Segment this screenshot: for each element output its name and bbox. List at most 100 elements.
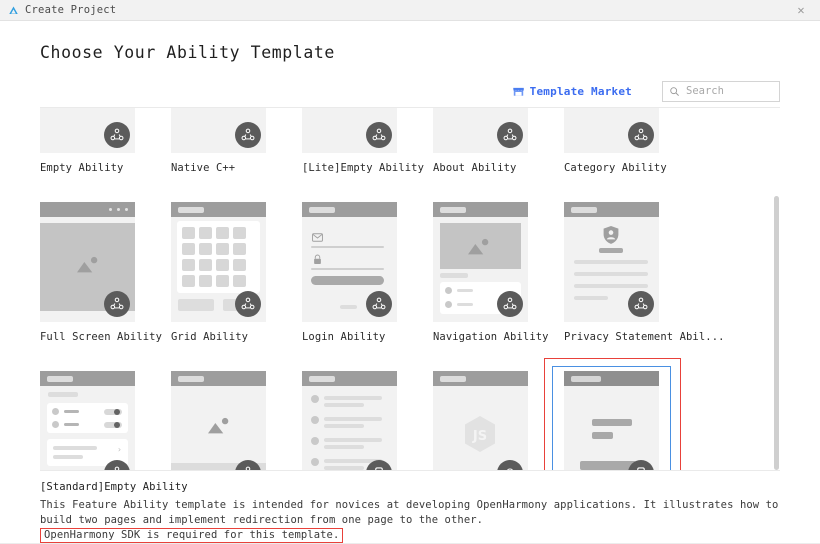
image-placeholder-icon bbox=[77, 256, 98, 273]
row-spacer bbox=[433, 343, 564, 371]
thumb-line bbox=[324, 438, 382, 442]
description-panel: [Standard]Empty Ability This Feature Abi… bbox=[0, 471, 820, 543]
template-card-label: Privacy Statement Abil... bbox=[564, 331, 725, 343]
template-cell: Splash Screen Ability bbox=[171, 371, 302, 470]
router-icon bbox=[497, 460, 523, 470]
thumb-header-pill bbox=[309, 375, 335, 382]
row-spacer bbox=[302, 343, 433, 371]
template-card-lite-empty-particle-a[interactable]: JS bbox=[433, 371, 528, 470]
thumb-line bbox=[324, 466, 364, 470]
harmony-logo-icon bbox=[9, 5, 18, 14]
multi-device-icon bbox=[235, 291, 261, 317]
multi-device-icon bbox=[628, 122, 654, 148]
template-cell: List Ability bbox=[302, 371, 433, 470]
template-card-label: Empty Ability bbox=[40, 162, 124, 174]
thumb-header-pill bbox=[571, 375, 601, 382]
template-market-label: Template Market bbox=[529, 84, 632, 98]
template-card-label: Full Screen Ability bbox=[40, 331, 163, 343]
search-box[interactable] bbox=[662, 80, 780, 102]
template-card-full-screen-ability[interactable] bbox=[40, 202, 135, 322]
thumb-line bbox=[574, 284, 648, 288]
thumb-header-pill bbox=[571, 206, 597, 213]
title-bar: Create Project ✕ bbox=[0, 0, 820, 21]
template-cell: About Ability bbox=[433, 108, 564, 202]
shield-person-icon bbox=[603, 226, 619, 244]
template-card-navigation-ability[interactable] bbox=[433, 202, 528, 322]
template-card-label: [Lite]Empty Ability bbox=[302, 162, 425, 174]
template-card-lite-empty-ability[interactable] bbox=[302, 108, 397, 153]
template-card-label: Category Ability bbox=[564, 162, 667, 174]
javascript-logo-icon: JS bbox=[465, 416, 495, 452]
template-grid: Empty Ability Native C++ [Lite]Empty Abili… bbox=[40, 108, 750, 470]
thumb-bullet bbox=[311, 416, 319, 424]
thumb-line bbox=[457, 303, 473, 306]
description-title: [Standard]Empty Ability bbox=[40, 481, 188, 493]
toolbar: Template Market bbox=[0, 62, 820, 104]
thumb-line bbox=[440, 273, 468, 278]
store-icon bbox=[512, 87, 524, 96]
close-icon[interactable]: ✕ bbox=[788, 1, 814, 20]
thumb-dot bbox=[109, 208, 112, 211]
envelope-icon bbox=[312, 233, 323, 242]
template-card-label: Login Ability bbox=[302, 331, 386, 343]
thumb-button bbox=[178, 299, 214, 311]
thumb-bullet bbox=[52, 421, 59, 428]
thumb-line bbox=[324, 445, 364, 449]
image-placeholder-icon bbox=[208, 417, 229, 434]
thumb-header-pill bbox=[178, 375, 204, 382]
row-spacer bbox=[302, 174, 433, 202]
thumb-line bbox=[324, 396, 382, 400]
thumb-header-pill bbox=[178, 206, 204, 213]
thumb-grid-cell bbox=[199, 243, 212, 255]
template-cell: JS[Lite]Empty Particle A... bbox=[433, 371, 564, 470]
template-card-label: Navigation Ability bbox=[433, 331, 549, 343]
scrollbar[interactable] bbox=[773, 108, 780, 470]
thumb-line bbox=[599, 248, 623, 253]
thumb-submit-button bbox=[311, 276, 384, 285]
thumb-line bbox=[64, 423, 79, 426]
template-card-category-ability[interactable] bbox=[564, 108, 659, 153]
template-card-splash-screen-ability[interactable] bbox=[171, 371, 266, 470]
thumb-underline bbox=[311, 268, 384, 270]
row-spacer bbox=[40, 174, 171, 202]
template-cell: Login Ability bbox=[302, 202, 433, 371]
thumb-line bbox=[53, 455, 83, 459]
template-card-login-ability[interactable] bbox=[302, 202, 397, 322]
template-card-grid-ability[interactable] bbox=[171, 202, 266, 322]
template-card-label: About Ability bbox=[433, 162, 517, 174]
template-grid-scroll-area[interactable]: Empty Ability Native C++ [Lite]Empty Abili… bbox=[40, 107, 780, 471]
thumb-underline bbox=[311, 246, 384, 248]
row-spacer bbox=[564, 343, 695, 371]
thumb-bullet bbox=[311, 458, 319, 466]
template-card-standard-empty-ability[interactable] bbox=[564, 371, 659, 470]
search-input[interactable] bbox=[686, 85, 773, 97]
scrollbar-thumb[interactable] bbox=[774, 196, 779, 470]
template-cell: Empty Ability bbox=[40, 108, 171, 202]
template-card-empty-ability[interactable] bbox=[40, 108, 135, 153]
thumb-grid-cell bbox=[216, 275, 229, 287]
template-cell: Privacy Statement Abil... bbox=[564, 202, 725, 371]
description-body: This Feature Ability template is intende… bbox=[40, 498, 780, 543]
thumb-line bbox=[324, 403, 364, 407]
thumb-link bbox=[340, 305, 357, 309]
row-spacer bbox=[40, 343, 171, 371]
template-card-label: Native C++ bbox=[171, 162, 236, 174]
thumb-grid-cell bbox=[182, 259, 195, 271]
template-market-link[interactable]: Template Market bbox=[512, 85, 632, 98]
thumb-bullet bbox=[445, 287, 452, 294]
thumb-grid-cell bbox=[216, 227, 229, 239]
thumb-panel bbox=[47, 403, 128, 433]
template-card-about-ability[interactable] bbox=[433, 108, 528, 153]
thumb-line bbox=[457, 289, 473, 292]
template-card-settings-ability[interactable]: › bbox=[40, 371, 135, 470]
thumb-bullet bbox=[311, 395, 319, 403]
thumb-grid-cell bbox=[182, 227, 195, 239]
image-placeholder-icon bbox=[468, 238, 489, 255]
thumb-header-pill bbox=[440, 375, 466, 382]
thumb-grid-cell bbox=[216, 259, 229, 271]
template-card-native-c[interactable] bbox=[171, 108, 266, 153]
template-cell: Native C++ bbox=[171, 108, 302, 202]
svg-text:JS: JS bbox=[472, 429, 487, 444]
template-card-list-ability[interactable] bbox=[302, 371, 397, 470]
template-card-privacy-statement-abil[interactable] bbox=[564, 202, 659, 322]
